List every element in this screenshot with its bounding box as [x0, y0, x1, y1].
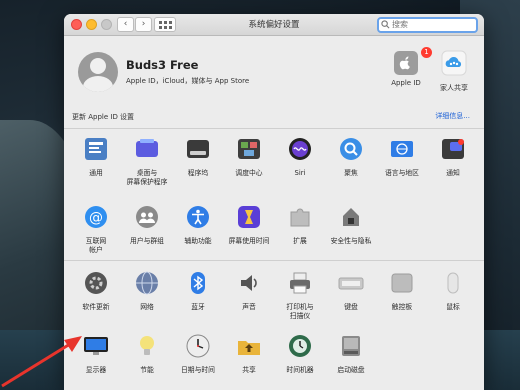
accessibility-icon: [187, 206, 209, 228]
pref-extensions[interactable]: 扩展: [274, 204, 326, 246]
energy-saver-icon: [140, 336, 154, 355]
pref-startup-disk[interactable]: 启动磁盘: [325, 333, 377, 375]
pref-label: 网络: [140, 303, 154, 311]
pref-internet-accounts[interactable]: @ 互联网 帐户: [70, 204, 122, 255]
pref-row: 软件更新 网络 蓝牙 声音 打印机与 扫描仪 键盘 触控板 鼠标: [64, 270, 484, 326]
security-icon: [343, 208, 359, 226]
pref-notifications[interactable]: 通知: [427, 136, 479, 178]
internet-accounts-icon: @: [85, 206, 107, 228]
pref-label: 通知: [446, 169, 460, 177]
pref-label: 启动磁盘: [337, 366, 365, 374]
system-preferences-window: ‹ › 系统偏好设置 搜索 Buds3 Free Apple ID，iCloud…: [64, 14, 484, 390]
pref-label: 用户与群组: [130, 237, 164, 245]
bluetooth-icon: [191, 272, 205, 294]
notifications-icon: [442, 139, 464, 159]
pref-printer[interactable]: 打印机与 扫描仪: [274, 270, 326, 321]
red-arrow-annotation: [1, 336, 82, 388]
pref-energy-saver[interactable]: 节能: [121, 333, 173, 375]
pref-mission-control[interactable]: 调度中心: [223, 136, 275, 178]
software-update-icon: [85, 272, 107, 294]
pref-label: 共享: [242, 366, 256, 374]
pref-label: 通用: [89, 169, 103, 177]
pref-label: 蓝牙: [191, 303, 205, 311]
pref-time-machine[interactable]: 时间机器: [274, 333, 326, 375]
pref-label: 程序坞: [187, 169, 209, 177]
pref-trackpad[interactable]: 触控板: [376, 270, 428, 312]
dock-icon: [187, 140, 209, 158]
pref-label: 节能: [140, 366, 154, 374]
pref-row: 通用 桌面与 屏幕保护程序 程序坞 调度中心 Siri 聚焦 语言与地区 通知: [64, 136, 484, 192]
startup-disk-icon: [342, 336, 360, 356]
pref-label: 互联网 帐户: [85, 237, 107, 254]
pref-mouse[interactable]: 鼠标: [427, 270, 479, 312]
mouse-icon: [447, 272, 459, 294]
pref-keyboard[interactable]: 键盘: [325, 270, 377, 312]
pref-general[interactable]: 通用: [70, 136, 122, 178]
printer-icon: [290, 272, 310, 294]
sharing-icon: [238, 341, 260, 355]
time-machine-icon: [289, 335, 311, 357]
pref-label: 聚焦: [344, 169, 358, 177]
date-time-icon: [186, 334, 210, 358]
network-icon: [136, 271, 158, 295]
pref-date-time[interactable]: 日期与时间: [172, 333, 224, 375]
pref-label: 时间机器: [286, 366, 314, 374]
pref-spotlight[interactable]: 聚焦: [325, 136, 377, 178]
pref-desktop[interactable]: 桌面与 屏幕保护程序: [121, 136, 173, 187]
svg-text:@: @: [89, 210, 103, 226]
siri-icon: [289, 138, 311, 160]
pref-label: 日期与时间: [181, 366, 215, 374]
pref-language[interactable]: 语言与地区: [376, 136, 428, 178]
pref-siri[interactable]: Siri: [274, 136, 326, 178]
sound-icon: [241, 275, 257, 291]
users-icon: [136, 206, 158, 228]
pref-label: 打印机与 扫描仪: [286, 303, 314, 320]
pref-label: Siri: [294, 169, 306, 177]
language-icon: [391, 141, 413, 157]
pref-label: 调度中心: [235, 169, 263, 177]
desktop-icon: [136, 139, 158, 157]
pref-sound[interactable]: 声音: [223, 270, 275, 312]
pref-label: 语言与地区: [385, 169, 419, 177]
mission-control-icon: [238, 139, 260, 159]
pref-label: 触控板: [391, 303, 413, 311]
pref-label: 屏幕使用时间: [228, 237, 270, 245]
pref-software-update[interactable]: 软件更新: [70, 270, 122, 312]
pref-label: 桌面与 屏幕保护程序: [126, 169, 168, 186]
pref-accessibility[interactable]: 辅助功能: [172, 204, 224, 246]
pref-label: 辅助功能: [184, 237, 212, 245]
screen-time-icon: [238, 206, 260, 228]
pref-row: @ 互联网 帐户 用户与群组 辅助功能 屏幕使用时间 扩展 安全性与隐私: [64, 204, 484, 260]
pref-label: 键盘: [344, 303, 358, 311]
pref-users[interactable]: 用户与群组: [121, 204, 173, 246]
pref-bluetooth[interactable]: 蓝牙: [172, 270, 224, 312]
trackpad-icon: [391, 273, 413, 293]
pref-label: 声音: [242, 303, 256, 311]
extensions-icon: [290, 208, 310, 227]
pref-label: 软件更新: [82, 303, 110, 311]
pref-label: 扩展: [293, 237, 307, 245]
pref-network[interactable]: 网络: [121, 270, 173, 312]
pref-label: 安全性与隐私: [330, 237, 372, 245]
pref-label: 鼠标: [446, 303, 460, 311]
pref-sharing[interactable]: 共享: [223, 333, 275, 375]
spotlight-icon: [340, 138, 362, 160]
pref-screen-time[interactable]: 屏幕使用时间: [223, 204, 275, 246]
pref-security[interactable]: 安全性与隐私: [325, 204, 377, 246]
pref-row: 显示器 节能 日期与时间 共享 时间机器 启动磁盘: [64, 333, 484, 389]
general-icon: [85, 138, 107, 160]
preference-panes: 通用 桌面与 屏幕保护程序 程序坞 调度中心 Siri 聚焦 语言与地区 通知 @ 互联网 帐户 用…: [64, 14, 484, 390]
keyboard-icon: [338, 277, 364, 290]
pref-dock[interactable]: 程序坞: [172, 136, 224, 178]
